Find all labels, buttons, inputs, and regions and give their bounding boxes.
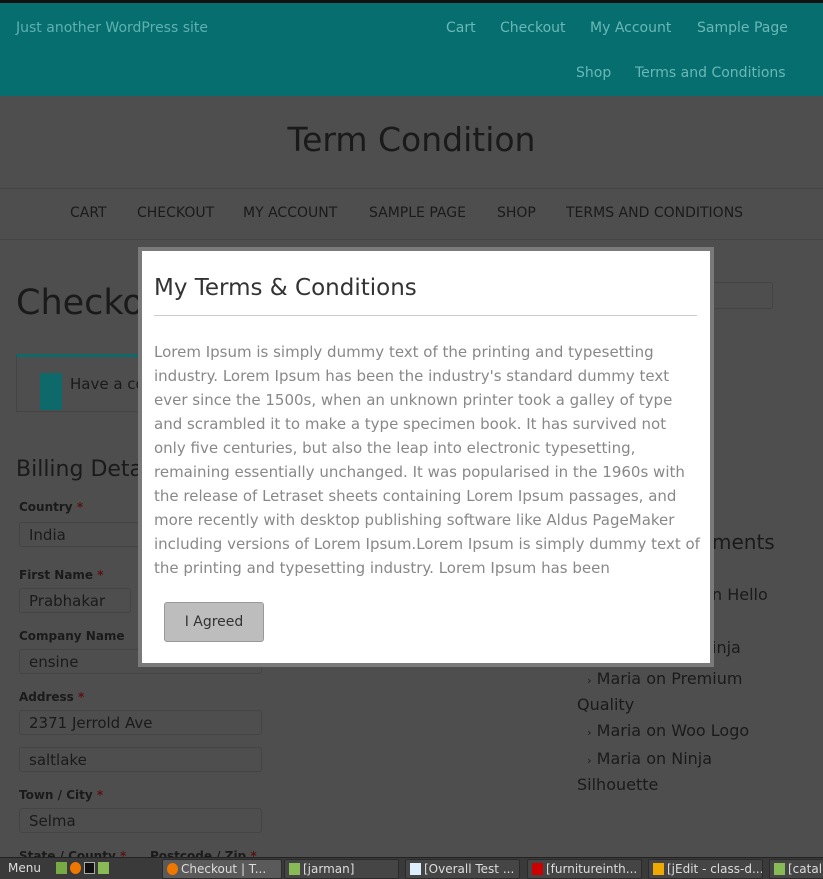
address-1-input[interactable]: 2371 Jerrold Ave <box>19 710 262 735</box>
task-filezilla[interactable]: [furnitureinth... <box>527 859 642 879</box>
coupon-icon <box>40 373 62 410</box>
task-folder[interactable]: [jarman] <box>284 859 399 879</box>
comment-item: › Maria on Woo Logo <box>587 721 750 740</box>
top-header: Just another WordPress site Cart Checkou… <box>0 0 823 96</box>
site-tagline: Just another WordPress site <box>16 20 209 36</box>
billing-heading: Billing Deta <box>16 457 144 482</box>
town-input[interactable]: Selma <box>19 808 262 833</box>
task-firefox[interactable]: Checkout | T... <box>162 859 282 879</box>
recent-comments-heading: ments <box>712 530 775 554</box>
address-label: Address * <box>19 690 85 704</box>
firefox-icon[interactable] <box>70 862 81 874</box>
main-nav: CART CHECKOUT MY ACCOUNT SAMPLE PAGE SHO… <box>0 188 823 240</box>
modal-title: My Terms & Conditions <box>154 275 417 301</box>
main-nav-sample-page[interactable]: SAMPLE PAGE <box>369 205 466 221</box>
main-nav-terms[interactable]: TERMS AND CONDITIONS <box>566 205 743 221</box>
country-select[interactable]: India <box>19 522 149 547</box>
task-jedit[interactable]: [jEdit - class-d... <box>648 859 763 879</box>
main-nav-checkout[interactable]: CHECKOUT <box>137 205 214 221</box>
terms-modal: My Terms & Conditions Lorem Ipsum is sim… <box>142 251 710 663</box>
top-nav-shop[interactable]: Shop <box>576 65 611 81</box>
page-title: Checko <box>16 283 144 323</box>
taskbar: Menu Checkout | T... [jarman] [Overall T… <box>0 857 823 879</box>
comment-item: › Maria on Premium Quality <box>577 669 743 714</box>
town-label: Town / City * <box>19 788 104 802</box>
chevron-right-icon: › <box>587 674 592 687</box>
comment-item: › Maria on Ninja Silhouette <box>577 749 713 794</box>
filezilla-icon <box>532 863 543 875</box>
folder-icon <box>289 863 300 875</box>
comment-fragment-1[interactable]: n Hello <box>712 585 768 604</box>
main-nav-cart[interactable]: CART <box>70 205 107 221</box>
modal-body: Lorem Ipsum is simply dummy text of the … <box>154 343 700 577</box>
coupon-text[interactable]: Have a co <box>70 375 145 393</box>
site-title[interactable]: Term Condition <box>0 120 823 159</box>
agree-button[interactable]: I Agreed <box>164 602 264 642</box>
top-nav-terms[interactable]: Terms and Conditions <box>635 65 786 81</box>
quick-launch <box>52 859 116 879</box>
desktop-icon[interactable] <box>56 862 67 874</box>
firefox-icon <box>167 863 178 875</box>
top-nav-sample-page[interactable]: Sample Page <box>697 20 788 36</box>
menu-button[interactable]: Menu <box>4 859 45 879</box>
comment-fragment-2[interactable]: inja <box>712 638 741 657</box>
first-name-input[interactable]: Prabhakar <box>19 588 131 613</box>
main-nav-shop[interactable]: SHOP <box>497 205 536 221</box>
first-name-label: First Name * <box>19 568 104 582</box>
company-label: Company Name <box>19 629 125 643</box>
top-nav-my-account[interactable]: My Account <box>590 20 671 36</box>
folder-icon[interactable] <box>98 862 109 874</box>
top-nav-cart[interactable]: Cart <box>446 20 476 36</box>
address-2-input[interactable]: saltlake <box>19 747 262 772</box>
top-nav-checkout[interactable]: Checkout <box>500 20 566 36</box>
modal-divider <box>154 315 697 316</box>
document-icon <box>410 863 421 875</box>
task-folder-2[interactable]: [catal <box>769 859 823 879</box>
task-document[interactable]: [Overall Test ... <box>405 859 520 879</box>
folder-icon <box>774 863 785 875</box>
terminal-icon[interactable] <box>84 862 95 874</box>
jedit-icon <box>653 863 664 875</box>
chevron-right-icon: › <box>587 726 592 739</box>
chevron-right-icon: › <box>587 754 592 767</box>
country-label: Country * <box>19 500 84 514</box>
main-nav-my-account[interactable]: MY ACCOUNT <box>243 205 337 221</box>
